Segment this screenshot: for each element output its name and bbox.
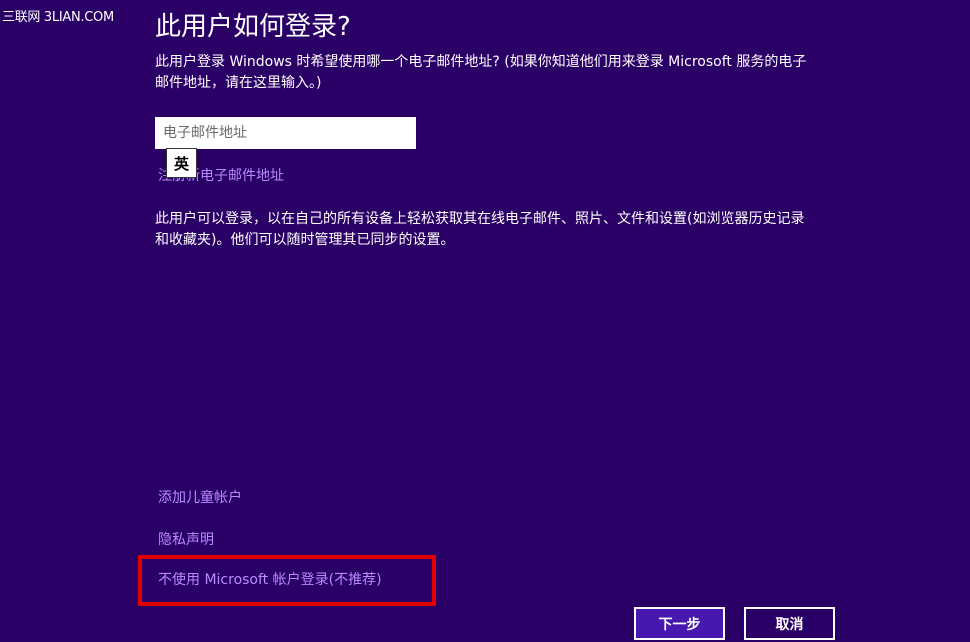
- description-text: 此用户可以登录，以在自己的所有设备上轻松获取其在线电子邮件、照片、文件和设置(如…: [155, 211, 805, 248]
- ime-language-indicator: 英: [166, 148, 197, 178]
- next-button[interactable]: 下一步: [634, 607, 725, 640]
- add-child-account-link[interactable]: 添加儿童帐户: [158, 487, 242, 507]
- privacy-statement-link[interactable]: 隐私声明: [158, 529, 214, 549]
- page-title: 此用户如何登录?: [155, 12, 351, 42]
- email-field[interactable]: [155, 117, 416, 149]
- cancel-button[interactable]: 取消: [744, 607, 835, 640]
- intro-text: 此用户登录 Windows 时希望使用哪一个电子邮件地址? (如果你知道他们用来…: [155, 54, 807, 91]
- local-account-link[interactable]: 不使用 Microsoft 帐户登录(不推荐): [158, 569, 382, 589]
- watermark-text: 三联网 3LIAN.COM: [2, 10, 114, 25]
